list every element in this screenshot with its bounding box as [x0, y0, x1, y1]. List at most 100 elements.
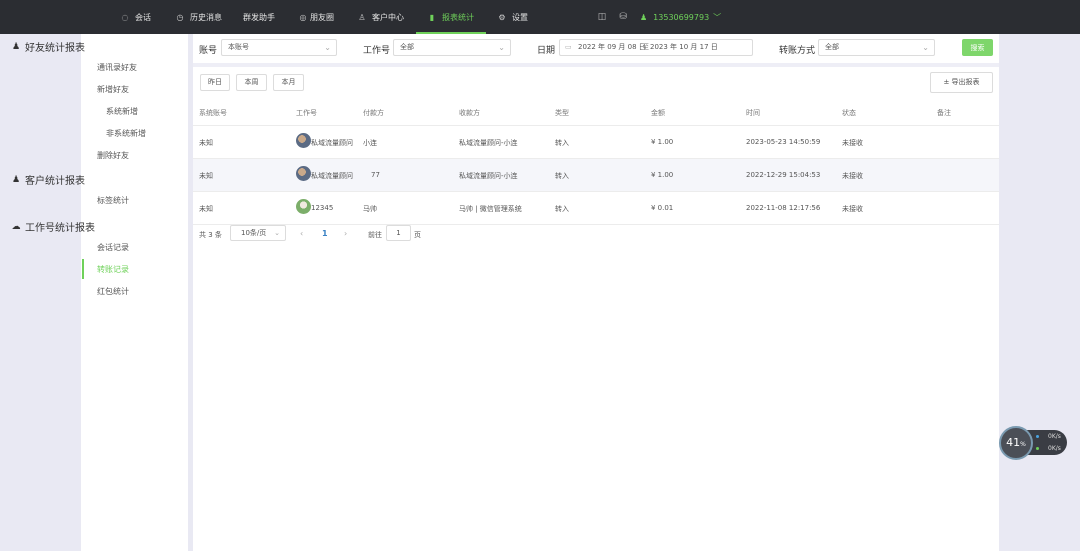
- transfer-method-select[interactable]: 全部 ⌄: [818, 39, 935, 56]
- cell-payee: 马帅 | 微信管理系统: [459, 205, 522, 213]
- sidebar-item-contacts[interactable]: 通讯录好友: [97, 62, 137, 73]
- gear-icon: ⚙: [498, 12, 506, 22]
- account-filter-label: 账号: [199, 46, 218, 56]
- nav-chat[interactable]: ◌ 会话: [120, 0, 152, 34]
- nav-label: 群发助手: [243, 12, 275, 22]
- chat-icon: ◌: [121, 12, 129, 22]
- nav-moments[interactable]: ◎ 朋友圈: [298, 0, 335, 34]
- main-panel: 账号 本账号 ⌄ 工作号 全部 ⌄ 日期 ▭ 2022 年 09 月 08 日 …: [193, 34, 999, 551]
- goto-page-input[interactable]: 1: [386, 225, 411, 241]
- sidebar-group-label: 好友统计报表: [25, 43, 85, 54]
- sidebar-group-work-accounts[interactable]: ☁ 工作号统计报表: [11, 219, 96, 235]
- download-unit: K/s: [1051, 445, 1061, 452]
- search-button[interactable]: 搜索: [962, 39, 993, 56]
- cell-amount: ¥ 1.00: [651, 138, 674, 146]
- pagination-total: 共 3 条: [199, 231, 222, 239]
- worker-select[interactable]: 全部 ⌄: [393, 39, 511, 56]
- column-header: 时间: [746, 109, 760, 117]
- this-week-button[interactable]: 本周: [236, 74, 267, 91]
- nav-history[interactable]: ◷ 历史消息: [175, 0, 223, 34]
- table-row[interactable]: 未知 私域流量顾问 小连 私域流量顾问-小连 转入 ¥ 1.00 2023-05…: [193, 126, 999, 159]
- usage-percent: 41: [1006, 436, 1021, 449]
- chevron-down-icon: ﹀: [713, 12, 722, 22]
- column-header: 付款方: [363, 109, 384, 117]
- column-header: 收款方: [459, 109, 480, 117]
- person-icon: ♟: [11, 174, 21, 185]
- user-icon: ♙: [358, 12, 366, 22]
- filter-bar: 账号 本账号 ⌄ 工作号 全部 ⌄ 日期 ▭ 2022 年 09 月 08 日 …: [193, 34, 999, 64]
- sidebar-group-label: 客户统计报表: [25, 176, 85, 187]
- sidebar-item-tag-stats[interactable]: 标签统计: [97, 195, 129, 206]
- wechat-icon: ☁: [11, 221, 21, 232]
- account-number: 13530699793: [653, 12, 710, 22]
- cell-type: 转入: [555, 139, 569, 147]
- sidebar-group-friends[interactable]: ♟ 好友统计报表: [11, 39, 85, 55]
- prev-page-icon[interactable]: ‹: [300, 229, 303, 238]
- goto-label: 前往: [368, 231, 382, 239]
- worker-filter-label: 工作号: [363, 46, 391, 56]
- cell-status: 未接收: [842, 139, 863, 147]
- cpu-usage-badge[interactable]: 41%: [999, 426, 1033, 460]
- cell-account: 未知: [199, 172, 213, 180]
- database-icon[interactable]: ⛁: [617, 11, 629, 23]
- download-dot-icon: [1036, 447, 1039, 450]
- sidebar-item-non-system-new[interactable]: 非系统新增: [106, 128, 146, 139]
- nav-label: 设置: [512, 12, 528, 22]
- cell-time: 2023-05-23 14:50:59: [746, 138, 821, 146]
- sidebar-item-chat-records[interactable]: 会话记录: [97, 242, 129, 253]
- column-header: 备注: [937, 109, 951, 117]
- calendar-icon: ▭: [565, 43, 572, 51]
- column-header: 金额: [651, 109, 665, 117]
- table-row[interactable]: 未知 12345 马帅 马帅 | 微信管理系统 转入 ¥ 0.01 2022-1…: [193, 192, 999, 225]
- nav-label: 历史消息: [190, 12, 222, 22]
- this-month-button[interactable]: 本月: [273, 74, 304, 91]
- account-menu[interactable]: ♟ 13530699793 ﹀: [640, 0, 721, 34]
- cell-payer: 马帅: [363, 205, 377, 213]
- nav-reports[interactable]: ▮ 报表统计: [427, 0, 474, 34]
- cell-type: 转入: [555, 205, 569, 213]
- next-page-icon[interactable]: ›: [344, 229, 347, 238]
- sidebar-group-customers[interactable]: ♟ 客户统计报表: [11, 172, 85, 188]
- chevron-down-icon: ⌄: [274, 229, 280, 237]
- sidebar-item-transfer-records[interactable]: 转账记录: [97, 264, 129, 275]
- column-header: 工作号: [296, 109, 317, 117]
- cell-account: 未知: [199, 139, 213, 147]
- cell-payer: 小连: [363, 139, 377, 147]
- date-range-picker[interactable]: ▭ 2022 年 09 月 08 日 至 2023 年 10 月 17 日: [559, 39, 753, 56]
- cell-worker: 12345: [311, 204, 334, 212]
- sidebar-item-deleted-friends[interactable]: 删除好友: [97, 150, 129, 161]
- table-row[interactable]: 未知 私域流量顾问 77 私域流量顾问-小连 转入 ¥ 1.00 2022-12…: [193, 159, 999, 192]
- account-select[interactable]: 本账号 ⌄: [221, 39, 337, 56]
- sidebar-item-system-new[interactable]: 系统新增: [106, 106, 138, 117]
- sidebar-item-new-friends[interactable]: 新增好友: [97, 84, 129, 95]
- cell-status: 未接收: [842, 172, 863, 180]
- sidebar-group-label: 工作号统计报表: [25, 223, 95, 234]
- bar-chart-icon: ▮: [429, 12, 435, 22]
- nav-label: 报表统计: [442, 12, 474, 22]
- user-icon: ♟: [640, 12, 648, 22]
- cell-worker: 私域流量顾问: [311, 139, 353, 147]
- usage-unit: %: [1020, 441, 1026, 448]
- chevron-down-icon: ⌄: [922, 43, 929, 52]
- yesterday-button[interactable]: 昨日: [200, 74, 230, 91]
- sidebar-item-red-packet-stats[interactable]: 红包统计: [97, 286, 129, 297]
- chevron-down-icon: ⌄: [324, 43, 331, 52]
- book-icon[interactable]: ◫: [596, 11, 608, 23]
- person-icon: ♟: [11, 41, 21, 52]
- transfer-select-value: 全部: [825, 43, 839, 51]
- cell-account: 未知: [199, 205, 213, 213]
- page-size-select[interactable]: 10条/页 ⌄: [230, 225, 286, 241]
- cell-payee: 私域流量顾问-小连: [459, 172, 518, 180]
- avatar: [296, 133, 311, 148]
- cell-time: 2022-12-29 15:04:53: [746, 171, 821, 179]
- nav-broadcast[interactable]: 群发助手: [243, 0, 275, 34]
- cell-status: 未接收: [842, 205, 863, 213]
- cell-payer: 77: [371, 171, 380, 179]
- column-header: 状态: [842, 109, 856, 117]
- nav-settings[interactable]: ⚙ 设置: [497, 0, 528, 34]
- nav-customer-center[interactable]: ♙ 客户中心: [357, 0, 404, 34]
- export-report-button[interactable]: ± 导出报表: [930, 72, 993, 93]
- page-number-current[interactable]: 1: [322, 229, 328, 238]
- worker-select-value: 全部: [400, 43, 414, 51]
- transfer-filter-label: 转账方式: [779, 46, 816, 56]
